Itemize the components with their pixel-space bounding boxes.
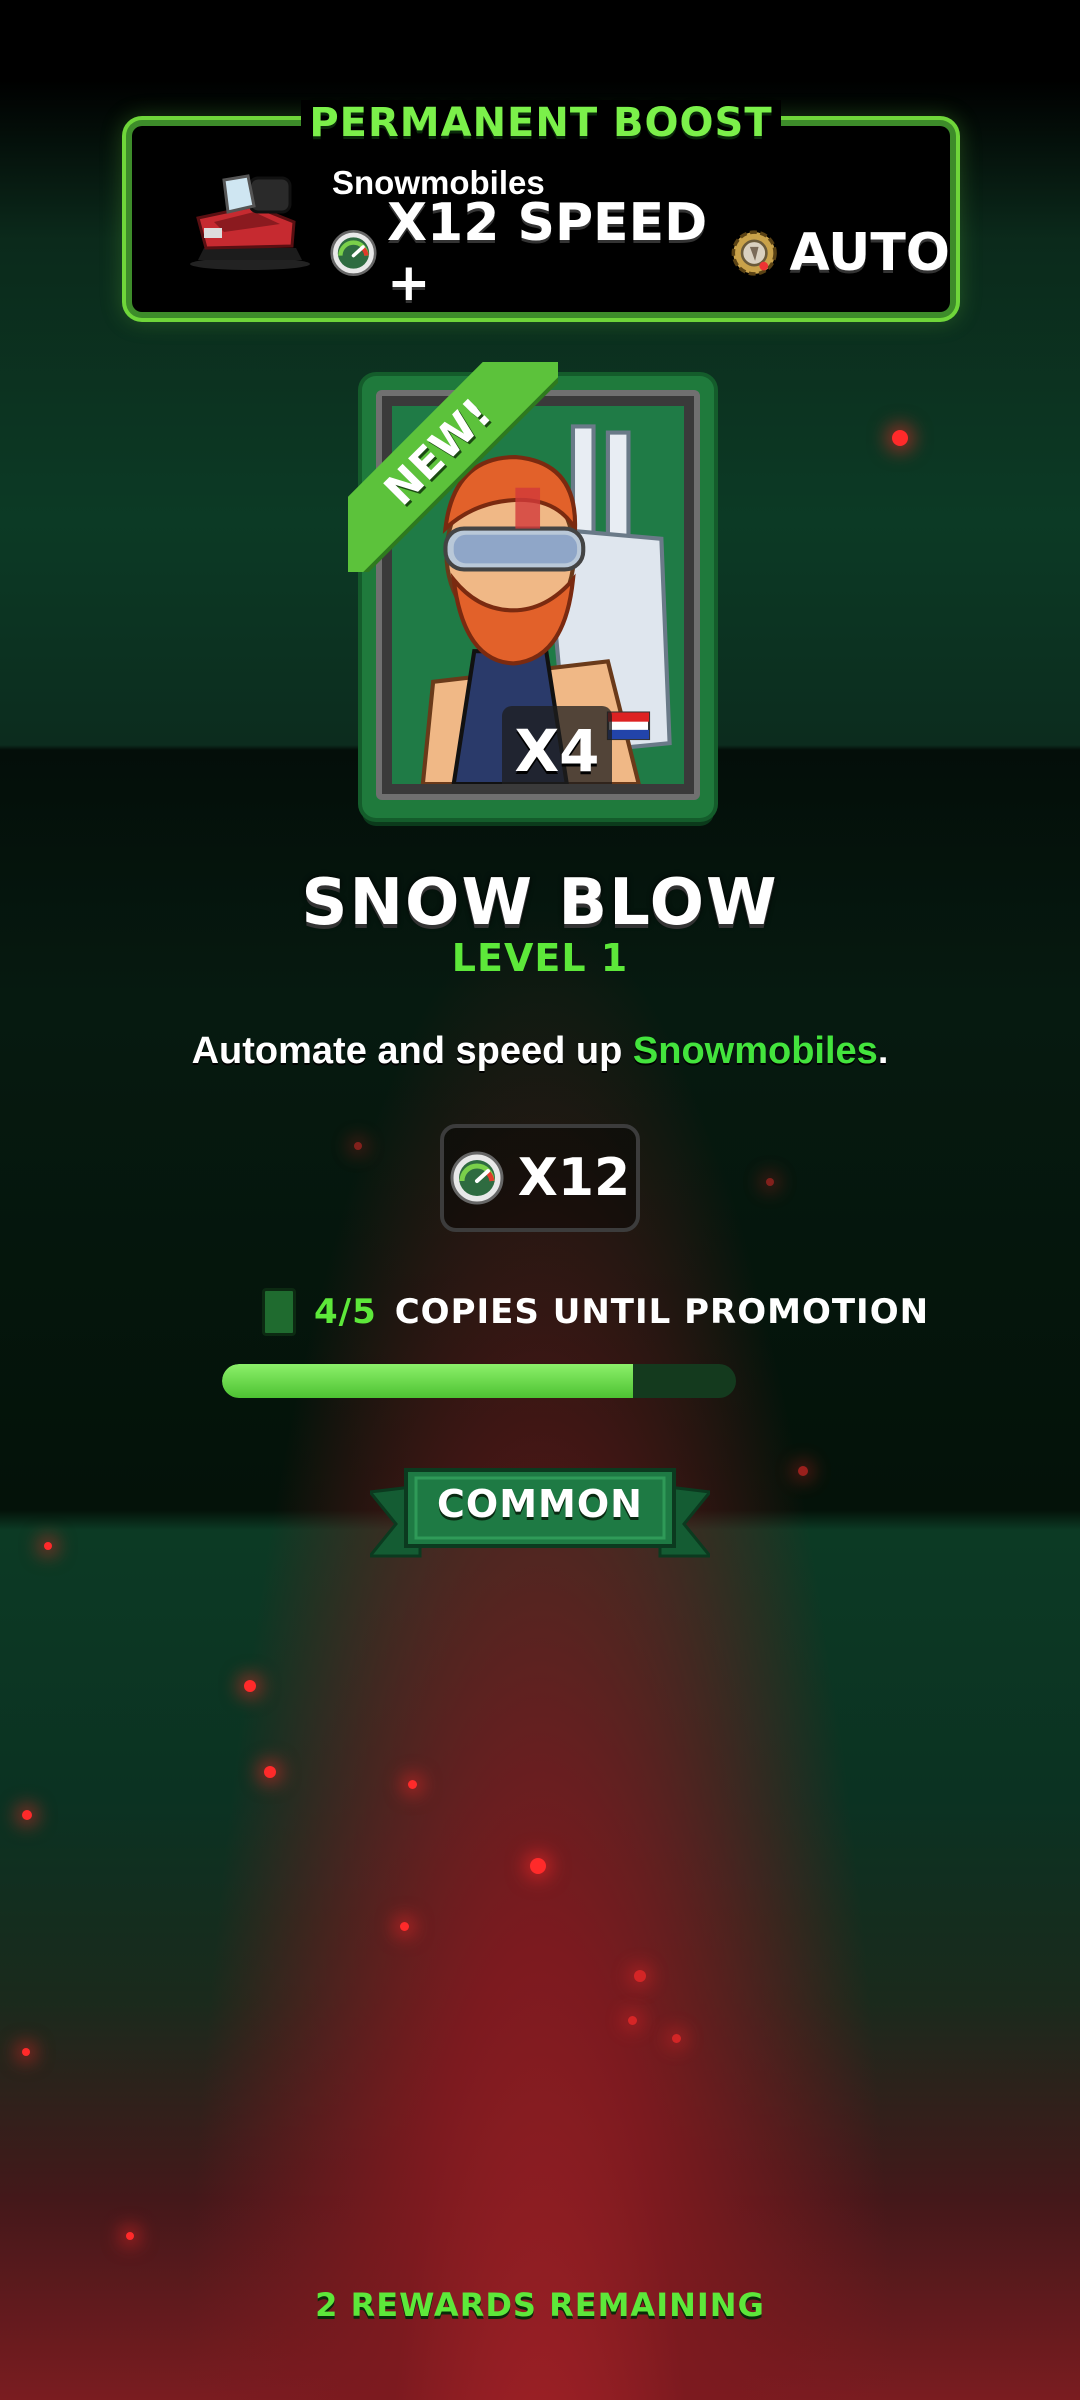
ember-particle — [354, 1142, 362, 1150]
manager-description: Automate and speed up Snowmobiles. — [191, 1030, 889, 1072]
ember-particle — [126, 2232, 134, 2240]
promotion-progress-label: 4/5 COPIES UNTIL PROMOTION — [262, 1286, 929, 1338]
boost-speed-text: X12 SPEED + — [386, 193, 708, 313]
promotion-progress-bar — [222, 1364, 736, 1398]
speed-stat-value: X12 — [517, 1148, 631, 1208]
boost-title: PERMANENT BOOST — [301, 100, 781, 146]
boost-effects: X12 SPEED + AUTO — [330, 193, 950, 313]
manager-name: SNOW BLOW — [301, 866, 779, 940]
business-highlight: Snowmobiles — [632, 1030, 878, 1072]
manager-level: LEVEL 1 — [451, 936, 629, 980]
new-badge: NEW! — [348, 362, 558, 572]
rewards-remaining: 2 REWARDS REMAINING — [315, 2286, 765, 2324]
ember-particle — [264, 1766, 276, 1778]
rarity-label: COMMON — [437, 1482, 643, 1526]
ember-particle — [892, 430, 908, 446]
ember-particle — [766, 1178, 774, 1186]
ember-particle — [22, 1810, 32, 1820]
copies-label: COPIES UNTIL PROMOTION — [394, 1292, 930, 1332]
rarity-banner: COMMON — [370, 1466, 710, 1562]
ember-particle — [798, 1466, 808, 1476]
snowmobile-icon — [190, 174, 310, 270]
ember-particle — [672, 2034, 681, 2043]
ember-particle — [400, 1922, 409, 1931]
ember-particle — [628, 2016, 637, 2025]
ember-particle — [44, 1542, 52, 1550]
copies-count: 4/5 — [314, 1292, 377, 1332]
ember-particle — [634, 1970, 646, 1982]
speed-gauge-icon — [330, 229, 377, 277]
permanent-boost-banner: PERMANENT BOOST Snowmobiles X12 SPEED + … — [132, 100, 950, 313]
speed-stat-box: X12 — [440, 1124, 640, 1232]
ember-particle — [408, 1780, 417, 1789]
manager-card[interactable]: X4 NEW! — [348, 362, 714, 818]
speed-gauge-icon — [450, 1151, 504, 1205]
automation-gear-icon — [731, 230, 777, 276]
ember-particle — [530, 1858, 546, 1874]
copies-multiplier-badge: X4 — [502, 706, 612, 784]
ember-particle — [244, 1680, 256, 1692]
ember-particle — [22, 2048, 30, 2056]
boost-auto-text: AUTO — [789, 223, 950, 283]
card-icon — [262, 1288, 296, 1336]
promotion-progress-fill — [222, 1364, 634, 1398]
